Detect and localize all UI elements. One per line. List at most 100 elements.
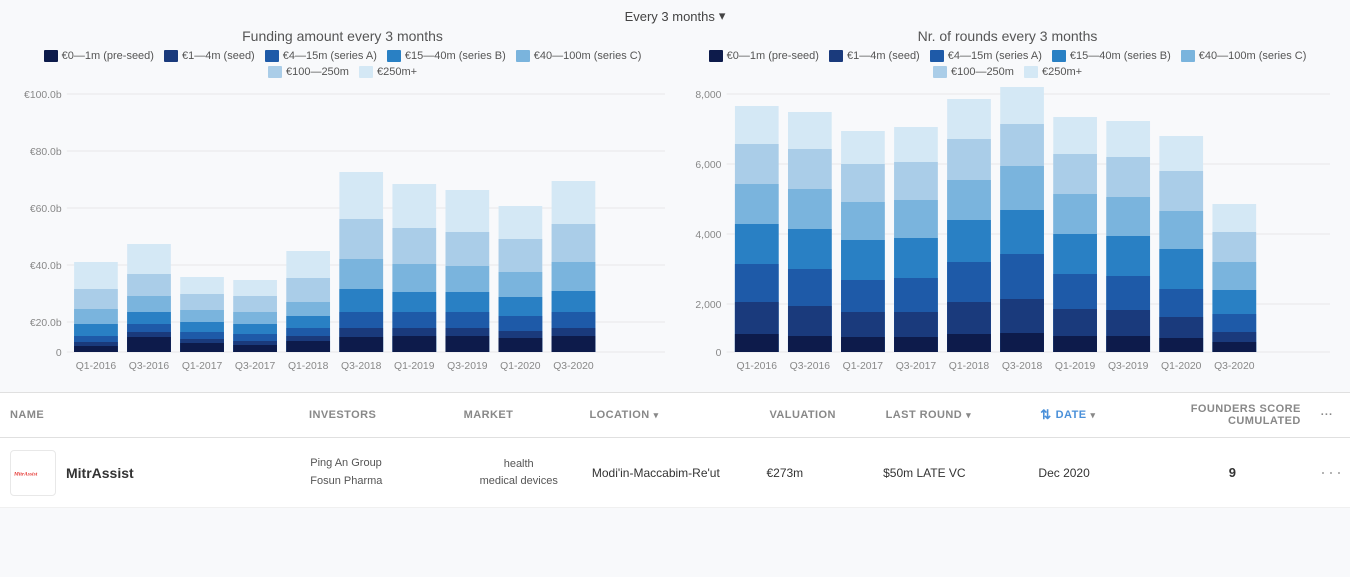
- td-valuation: €273m: [756, 458, 873, 488]
- td-more[interactable]: ···: [1310, 454, 1350, 491]
- seriesA-swatch: [265, 50, 279, 62]
- rounds-chart-title: Nr. of rounds every 3 months: [685, 28, 1330, 44]
- investor-list: Ping An Group Fosun Pharma: [310, 457, 382, 487]
- bar-q1-2018: [286, 251, 330, 352]
- svg-text:Q1-2019: Q1-2019: [1055, 361, 1096, 372]
- r-preseed-swatch: [709, 50, 723, 62]
- r-seriesA-label: €4—15m (series A): [948, 50, 1042, 62]
- svg-text:Q3-2018: Q3-2018: [341, 361, 382, 372]
- 100-250-label: €100—250m: [286, 66, 349, 78]
- r-100-250-swatch: [933, 66, 947, 78]
- mitr-assist-logo-svg: MitrAssist: [13, 463, 53, 483]
- legend-item-seed: €1—4m (seed): [164, 50, 255, 62]
- preseed-label: €0—1m (pre-seed): [62, 50, 154, 62]
- r-seriesC-swatch: [1181, 50, 1195, 62]
- seriesB-label: €15—40m (series B): [405, 50, 506, 62]
- svg-text:6,000: 6,000: [695, 160, 721, 171]
- legend-item-250plus: €250m+: [359, 66, 417, 78]
- row-more-options[interactable]: ···: [1320, 462, 1344, 482]
- rounds-svg: 8,000 6,000 4,000 2,000 0: [685, 84, 1330, 384]
- location-sort-icon[interactable]: ▾: [654, 410, 659, 421]
- svg-text:Q1-2016: Q1-2016: [76, 361, 117, 372]
- legend-item-seriesC: €40—100m (series C): [516, 50, 642, 62]
- th-market: MARKET: [454, 409, 580, 421]
- svg-text:Q3-2019: Q3-2019: [447, 361, 488, 372]
- svg-text:Q1-2018: Q1-2018: [949, 361, 990, 372]
- market-value: health medical devices: [480, 458, 558, 487]
- legend-item-100-250: €100—250m: [268, 66, 349, 78]
- r-seriesC-label: €40—100m (series C): [1199, 50, 1307, 62]
- td-lastround: $50m LATE VC: [873, 458, 1028, 488]
- 250plus-swatch: [359, 66, 373, 78]
- r-seed-label: €1—4m (seed): [847, 50, 920, 62]
- svg-text:Q3-2018: Q3-2018: [1002, 361, 1043, 372]
- r-legend-item-seed: €1—4m (seed): [829, 50, 920, 62]
- svg-text:€100.0b: €100.0b: [24, 90, 62, 101]
- svg-text:Q1-2016: Q1-2016: [737, 361, 778, 372]
- r-preseed-label: €0—1m (pre-seed): [727, 50, 819, 62]
- funding-legend: €0—1m (pre-seed) €1—4m (seed) €4—15m (se…: [20, 50, 665, 78]
- data-table: NAME INVESTORS MARKET LOCATION ▾ VALUATI…: [0, 392, 1350, 508]
- r-bar-q3-2019: [1106, 121, 1150, 352]
- svg-text:€20.0b: €20.0b: [30, 318, 62, 329]
- valuation-value: €273m: [766, 466, 803, 480]
- th-valuation-label: VALUATION: [769, 409, 836, 421]
- svg-text:Q1-2017: Q1-2017: [182, 361, 223, 372]
- th-date-label: DATE: [1056, 409, 1087, 421]
- svg-text:Q1-2020: Q1-2020: [500, 361, 541, 372]
- th-market-label: MARKET: [464, 409, 514, 421]
- company-logo: MitrAssist: [10, 450, 56, 496]
- td-name: MitrAssist MitrAssist: [0, 442, 300, 504]
- date-sort-icon[interactable]: ▾: [1091, 410, 1096, 421]
- td-location: Modi'in-Maccabim-Re'ut: [582, 458, 757, 488]
- th-name-label: NAME: [10, 409, 44, 421]
- bar-q3-2020: [552, 181, 596, 352]
- r-legend-item-preseed: €0—1m (pre-seed): [709, 50, 819, 62]
- date-filter-icon[interactable]: ⇅: [1040, 407, 1051, 423]
- svg-text:Q1-2017: Q1-2017: [843, 361, 884, 372]
- founders-score-value: 9: [1229, 465, 1236, 480]
- bar-q3-2019: [445, 190, 489, 352]
- seed-label: €1—4m (seed): [182, 50, 255, 62]
- th-lastround[interactable]: LAST ROUND ▾: [876, 409, 1031, 421]
- th-investors-label: INVESTORS: [309, 409, 376, 421]
- th-location-label: LOCATION: [589, 409, 649, 421]
- th-date[interactable]: ⇅ DATE ▾: [1030, 407, 1156, 423]
- r-bar-q3-2020: [1212, 204, 1256, 352]
- lastround-sort-icon[interactable]: ▾: [966, 410, 971, 421]
- svg-text:Q1-2019: Q1-2019: [394, 361, 435, 372]
- th-location[interactable]: LOCATION ▾: [579, 409, 759, 421]
- r-100-250-label: €100—250m: [951, 66, 1014, 78]
- seriesA-label: €4—15m (series A): [283, 50, 377, 62]
- th-founders-label: FOUNDERS SCORE CUMULATED: [1166, 403, 1301, 427]
- r-legend-item-250plus: €250m+: [1024, 66, 1082, 78]
- bar-q1-2019: [392, 184, 436, 352]
- svg-text:Q1-2018: Q1-2018: [288, 361, 329, 372]
- r-bar-q3-2018: [1000, 87, 1044, 352]
- table-header-row: NAME INVESTORS MARKET LOCATION ▾ VALUATI…: [0, 393, 1350, 438]
- r-250plus-swatch: [1024, 66, 1038, 78]
- r-bar-q3-2016: [788, 112, 832, 352]
- r-legend-item-100-250: €100—250m: [933, 66, 1014, 78]
- svg-text:Q3-2020: Q3-2020: [553, 361, 594, 372]
- r-250plus-label: €250m+: [1042, 66, 1082, 78]
- funding-chart-area: €100.0b €80.0b €60.0b €40.0b €20.0b 0: [20, 84, 665, 384]
- svg-text:Q3-2017: Q3-2017: [235, 361, 276, 372]
- svg-text:MitrAssist: MitrAssist: [13, 471, 38, 477]
- 100-250-swatch: [268, 66, 282, 78]
- svg-text:Q1-2020: Q1-2020: [1161, 361, 1202, 372]
- legend-item-seriesB: €15—40m (series B): [387, 50, 506, 62]
- r-bar-q1-2019: [1053, 117, 1097, 352]
- bar-q1-2016: [74, 262, 118, 352]
- seriesB-swatch: [387, 50, 401, 62]
- period-filter[interactable]: Every 3 months ▾: [0, 0, 1350, 28]
- r-seriesB-label: €15—40m (series B): [1070, 50, 1171, 62]
- th-more[interactable]: ···: [1311, 409, 1350, 421]
- seriesC-label: €40—100m (series C): [534, 50, 642, 62]
- svg-text:4,000: 4,000: [695, 230, 721, 241]
- table-row: MitrAssist MitrAssist Ping An Group Fosu…: [0, 438, 1350, 508]
- company-name: MitrAssist: [66, 465, 134, 481]
- r-seriesA-swatch: [930, 50, 944, 62]
- more-options-icon[interactable]: ···: [1321, 409, 1333, 421]
- bar-q3-2016: [127, 244, 171, 352]
